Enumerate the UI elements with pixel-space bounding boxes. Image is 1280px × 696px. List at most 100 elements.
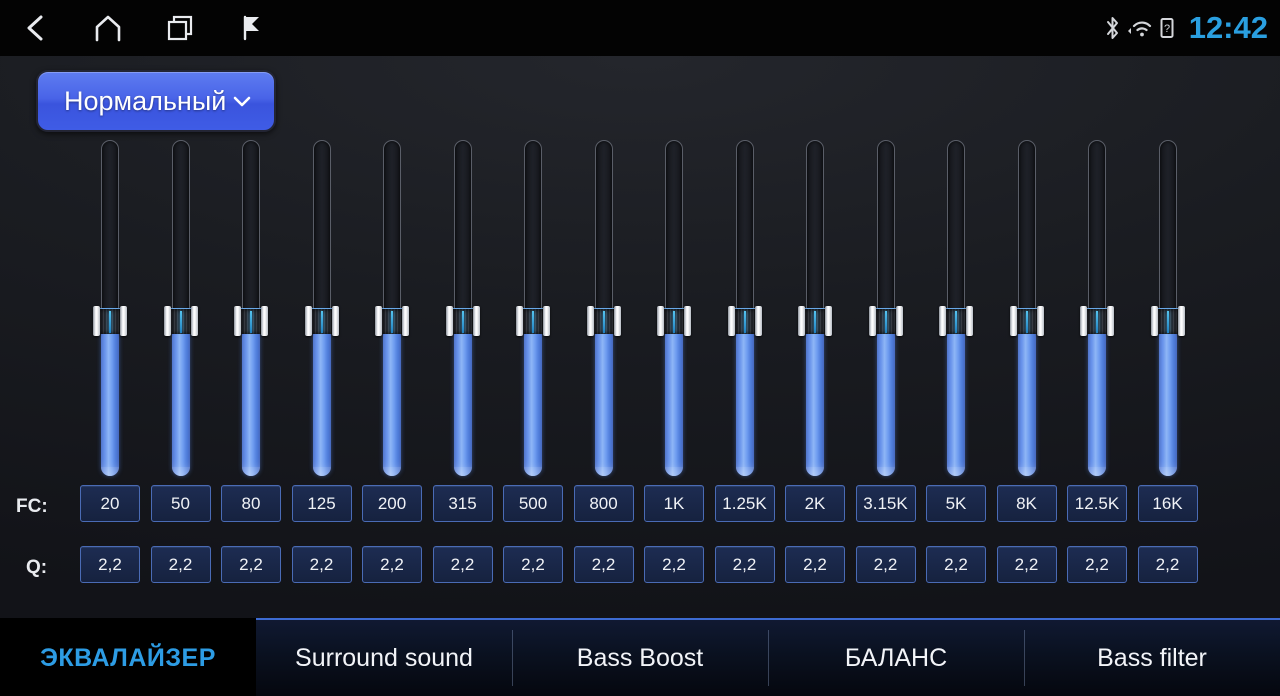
flag-icon[interactable] — [216, 0, 288, 56]
band-slider[interactable] — [727, 140, 762, 476]
fc-cell[interactable]: 315 — [432, 485, 493, 522]
slider-thumb-grip — [1157, 308, 1178, 334]
slider-fill — [947, 321, 965, 476]
slider-thumb-cap-left — [93, 306, 100, 336]
slider-thumb-grip — [241, 308, 261, 334]
q-cell[interactable]: 2,2 — [573, 546, 634, 583]
q-cell[interactable]: 2,2 — [714, 546, 775, 583]
q-cell[interactable]: 2,2 — [1137, 546, 1198, 583]
fc-cell[interactable]: 125 — [291, 485, 352, 522]
tab-bass-filter[interactable]: Bass filter — [1024, 618, 1280, 696]
equalizer-panel: Нормальный FC: Q: 20 2,2 50 2,2 80 2,2 125 2,2 2… — [0, 56, 1280, 618]
tab-bass-boost[interactable]: Bass Boost — [512, 618, 768, 696]
band-slider[interactable] — [657, 140, 691, 476]
band-slider[interactable] — [1080, 140, 1114, 476]
fc-cell[interactable]: 1K — [644, 485, 704, 522]
band-slider[interactable] — [798, 140, 832, 476]
q-cell[interactable]: 2,2 — [1067, 546, 1127, 583]
slider-thumb-grip — [523, 308, 543, 334]
slider-thumb-cap-left — [234, 306, 241, 336]
slider-thumb-cap-left — [657, 306, 664, 336]
slider-thumb-cap-right — [754, 306, 762, 336]
slider-thumb-cap-right — [472, 306, 480, 336]
q-cell[interactable]: 2,2 — [855, 546, 916, 583]
fc-cell[interactable]: 8K — [996, 485, 1057, 522]
slider-thumb[interactable] — [1009, 306, 1044, 336]
slider-thumb[interactable] — [586, 306, 621, 336]
band-slider[interactable] — [939, 140, 973, 476]
fc-cell[interactable]: 50 — [150, 485, 211, 522]
slider-fill — [1088, 321, 1106, 476]
band-slider[interactable] — [1150, 140, 1185, 476]
q-cell[interactable]: 2,2 — [291, 546, 352, 583]
slider-thumb[interactable] — [1150, 306, 1185, 336]
band-slider[interactable] — [163, 140, 198, 476]
q-cell[interactable]: 2,2 — [503, 546, 563, 583]
q-cell[interactable]: 2,2 — [785, 546, 845, 583]
q-cell[interactable]: 2,2 — [221, 546, 281, 583]
slider-thumb-cap-right — [966, 306, 973, 336]
bottom-tab-bar: ЭКВАЛАЙЗЕР Surround sound Bass Boost БАЛАНС… — [0, 618, 1280, 696]
q-cell[interactable]: 2,2 — [926, 546, 986, 583]
fc-cell[interactable]: 200 — [362, 485, 422, 522]
slider-fill — [242, 321, 260, 476]
slider-thumb[interactable] — [657, 306, 691, 336]
fc-cell[interactable]: 12.5K — [1067, 485, 1127, 522]
slider-thumb[interactable] — [93, 306, 127, 336]
band-slider[interactable] — [234, 140, 268, 476]
slider-thumb[interactable] — [234, 306, 268, 336]
q-cell[interactable]: 2,2 — [150, 546, 211, 583]
clock: 12:42 — [1188, 9, 1268, 45]
fc-cell[interactable]: 2K — [785, 485, 845, 522]
slider-thumb[interactable] — [868, 306, 903, 336]
home-icon[interactable] — [72, 0, 144, 56]
fc-cell[interactable]: 3.15K — [855, 485, 916, 522]
tab-label: ЭКВАЛАЙЗЕР — [40, 643, 216, 672]
fc-cell[interactable]: 500 — [503, 485, 563, 522]
band-slider[interactable] — [516, 140, 550, 476]
slider-thumb-grip — [311, 308, 332, 334]
fc-cell[interactable]: 20 — [80, 485, 140, 522]
q-cell[interactable]: 2,2 — [996, 546, 1057, 583]
q-cell[interactable]: 2,2 — [644, 546, 704, 583]
slider-thumb-cap-right — [1107, 306, 1114, 336]
slider-thumb-grip — [734, 308, 755, 334]
slider-fill — [453, 321, 472, 476]
tab-equalizer[interactable]: ЭКВАЛАЙЗЕР — [0, 618, 256, 696]
band-slider[interactable] — [445, 140, 480, 476]
band-slider[interactable] — [375, 140, 409, 476]
q-cell[interactable]: 2,2 — [362, 546, 422, 583]
slider-thumb-grip — [1016, 308, 1037, 334]
slider-thumb[interactable] — [304, 306, 339, 336]
slider-thumb[interactable] — [727, 306, 762, 336]
slider-thumb-cap-left — [727, 306, 735, 336]
slider-thumb-cap-right — [684, 306, 691, 336]
slider-thumb[interactable] — [516, 306, 550, 336]
tab-surround-sound[interactable]: Surround sound — [256, 618, 512, 696]
slider-thumb[interactable] — [375, 306, 409, 336]
slider-thumb-cap-right — [1036, 306, 1044, 336]
band-slider[interactable] — [586, 140, 621, 476]
slider-thumb[interactable] — [798, 306, 832, 336]
slider-thumb[interactable] — [163, 306, 198, 336]
q-cell[interactable]: 2,2 — [432, 546, 493, 583]
band-slider[interactable] — [93, 140, 127, 476]
band-slider[interactable] — [868, 140, 903, 476]
fc-cell[interactable]: 5K — [926, 485, 986, 522]
fc-cell[interactable]: 1.25K — [714, 485, 775, 522]
slider-thumb[interactable] — [445, 306, 480, 336]
fc-cell[interactable]: 800 — [573, 485, 634, 522]
fc-cell[interactable]: 16K — [1137, 485, 1198, 522]
slider-thumb[interactable] — [1080, 306, 1114, 336]
slider-thumb-grip — [452, 308, 473, 334]
recents-icon[interactable] — [144, 0, 216, 56]
band-slider[interactable] — [304, 140, 339, 476]
tab-баланс[interactable]: БАЛАНС — [768, 618, 1024, 696]
slider-thumb[interactable] — [939, 306, 973, 336]
slider-thumb-cap-right — [895, 306, 903, 336]
q-cell[interactable]: 2,2 — [80, 546, 140, 583]
q-row-label: Q: — [26, 557, 48, 578]
fc-cell[interactable]: 80 — [221, 485, 281, 522]
back-icon[interactable] — [0, 0, 72, 56]
band-slider[interactable] — [1009, 140, 1044, 476]
